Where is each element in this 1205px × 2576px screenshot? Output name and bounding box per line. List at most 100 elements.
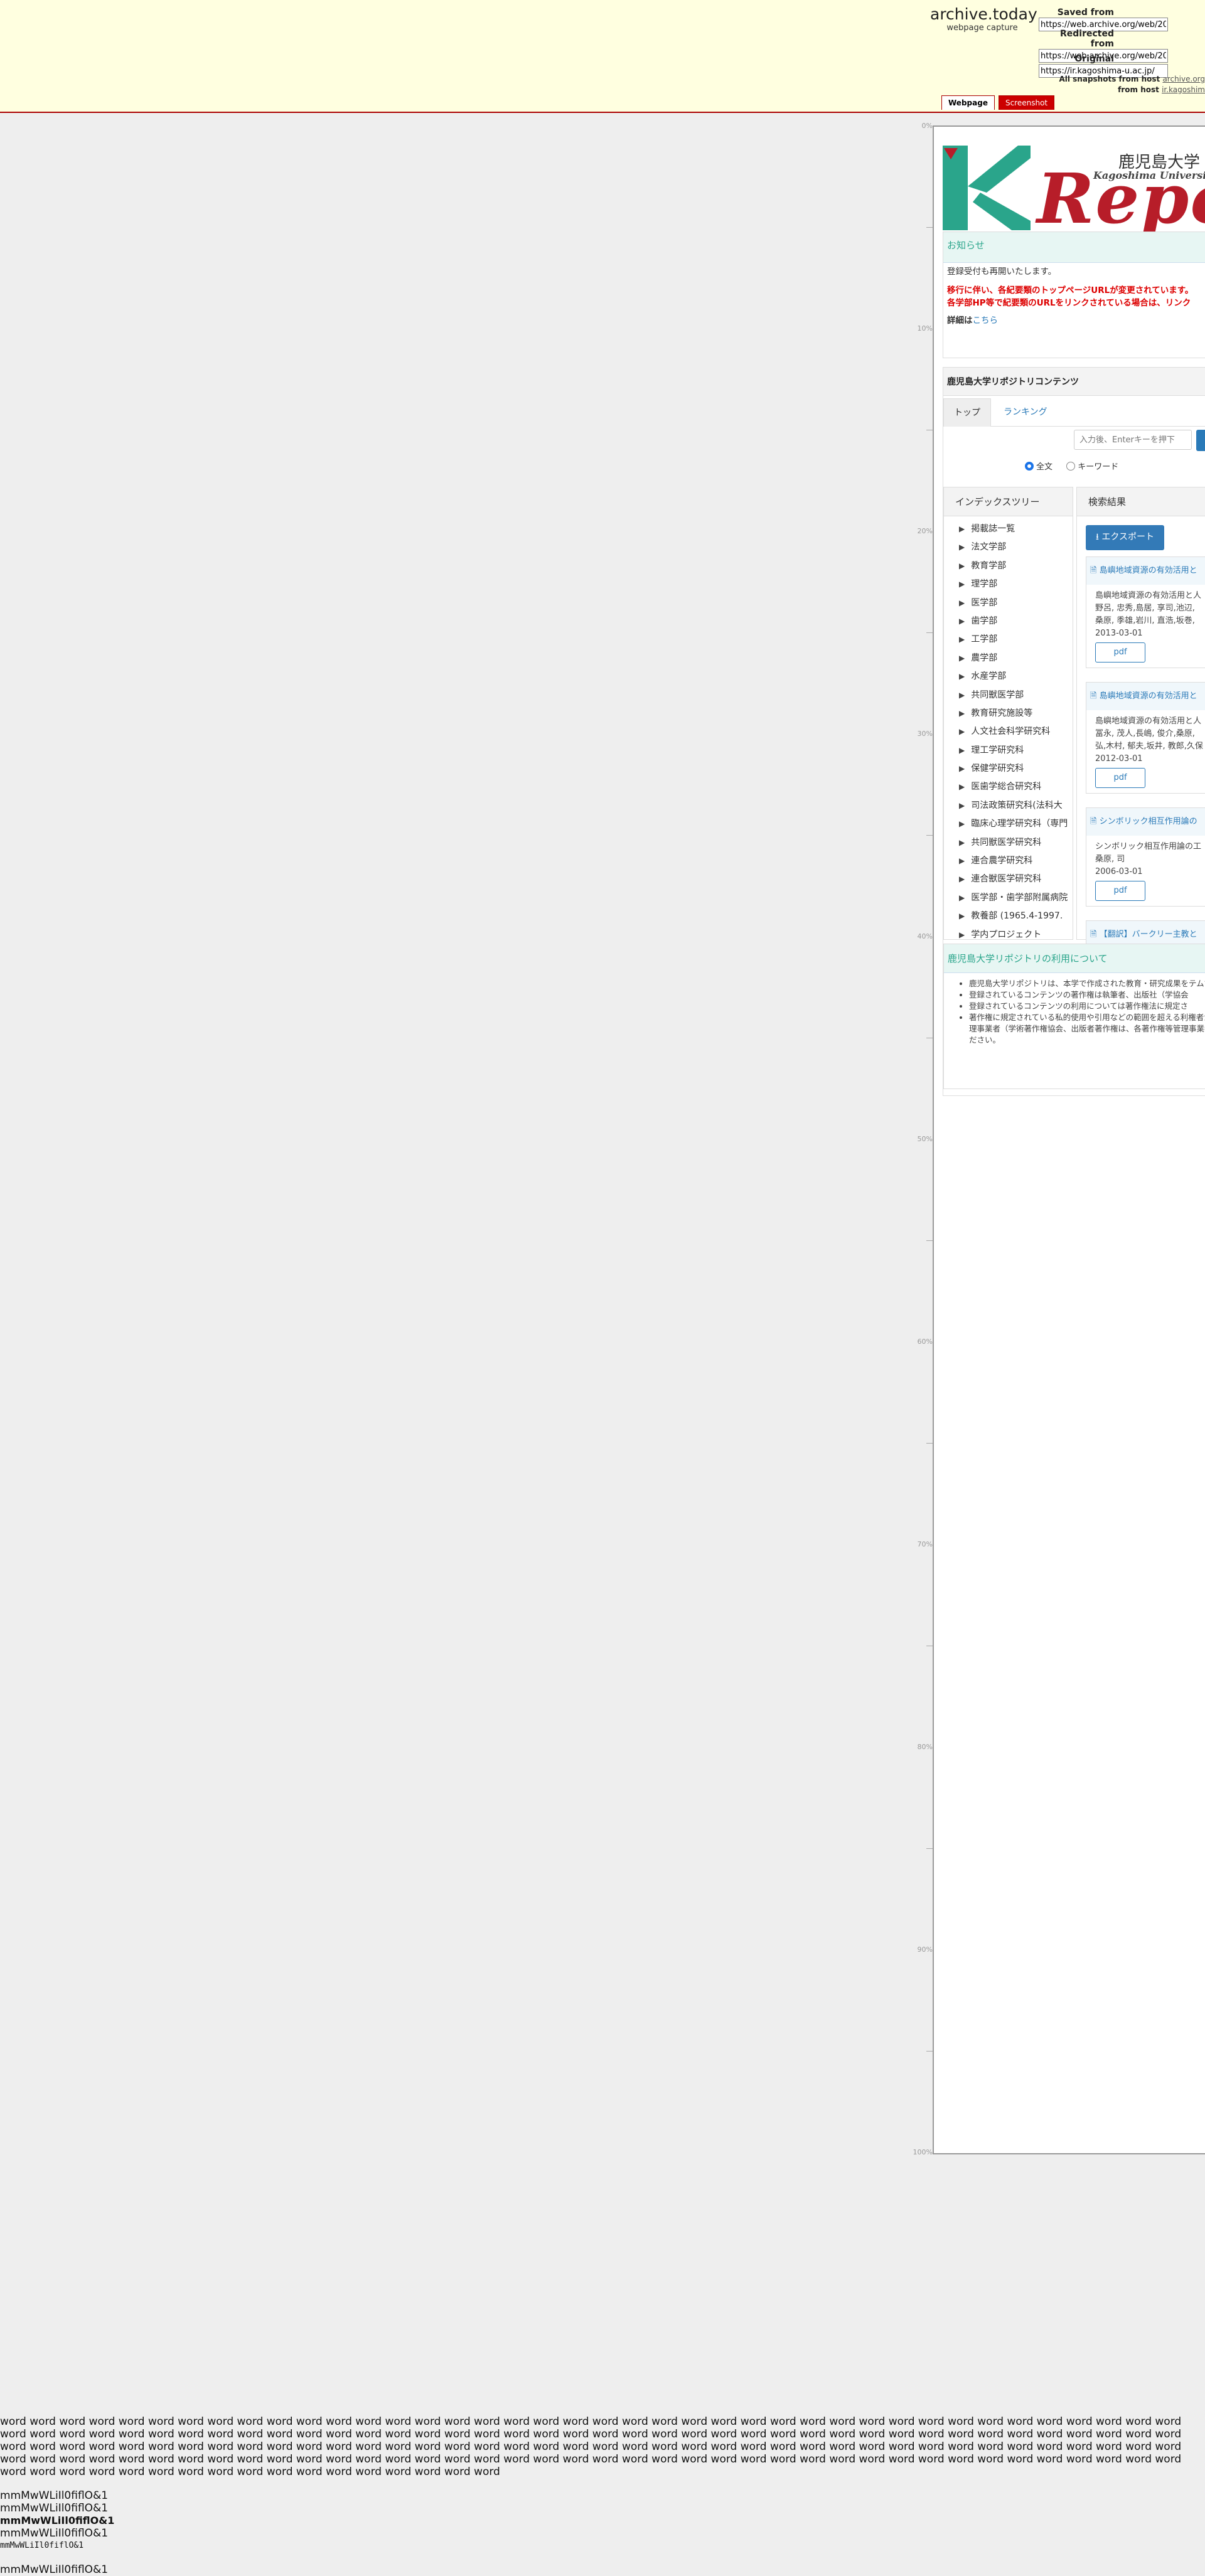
- expand-arrow-icon[interactable]: ▶: [959, 801, 965, 810]
- export-button[interactable]: ⭳ エクスポート: [1086, 525, 1164, 550]
- expand-arrow-icon[interactable]: ▶: [959, 580, 965, 588]
- tree-item[interactable]: ▶ 掲載誌一覧: [959, 520, 1073, 538]
- result-title[interactable]: 🗎 シンボリック相互作用論の: [1086, 808, 1205, 836]
- ruler-tick: [926, 1240, 933, 1241]
- expand-arrow-icon[interactable]: ▶: [959, 893, 965, 902]
- notice-detail-label: 詳細は: [947, 316, 973, 326]
- tab-ranking[interactable]: ランキング: [993, 398, 1058, 426]
- tree-item[interactable]: ▶ 教養部 (1965.4-1997.: [959, 907, 1073, 925]
- expand-arrow-icon[interactable]: ▶: [959, 764, 965, 773]
- tree-item[interactable]: ▶ 司法政策研究科(法科大: [959, 797, 1073, 815]
- result-title[interactable]: 🗎 島嶼地域資源の有効活用と: [1086, 557, 1205, 585]
- search-mode: 全文 キーワード: [1025, 460, 1118, 472]
- notice-title: お知らせ: [943, 232, 1205, 263]
- ruler-label: 20%: [917, 527, 933, 535]
- radio-keyword[interactable]: [1066, 462, 1076, 471]
- tree-item[interactable]: ▶ 教育研究施設等: [959, 705, 1073, 723]
- tree-item[interactable]: ▶ 医学部・歯学部附属病院: [959, 889, 1073, 907]
- university-name-en: Kagoshima University: [1093, 169, 1205, 181]
- radio-fulltext[interactable]: [1025, 462, 1034, 471]
- expand-arrow-icon[interactable]: ▶: [959, 727, 965, 736]
- tree-item[interactable]: ▶ 共同獣医学研究科: [959, 834, 1073, 852]
- tree-item[interactable]: ▶ 連合農学研究科: [959, 852, 1073, 870]
- expand-arrow-icon[interactable]: ▶: [959, 782, 965, 791]
- expand-arrow-icon[interactable]: ▶: [959, 543, 965, 551]
- tree-item[interactable]: ▶ 理学部: [959, 575, 1073, 593]
- expand-arrow-icon[interactable]: ▶: [959, 912, 965, 920]
- tree-item[interactable]: ▶ 歯学部: [959, 612, 1073, 631]
- expand-arrow-icon[interactable]: ▶: [959, 838, 965, 847]
- tree-item[interactable]: ▶ 学内プロジェクト: [959, 926, 1073, 944]
- search-results-title: 検索結果: [1077, 487, 1205, 516]
- search-button[interactable]: [1196, 430, 1205, 451]
- expand-arrow-icon[interactable]: ▶: [959, 709, 965, 718]
- ruler-label: 80%: [917, 1743, 933, 1751]
- snapshots-host-link-1[interactable]: archive.org: [1162, 75, 1205, 83]
- usage-panel: 鹿児島大学リポジトリの利用について 鹿児島大学リポジトリは、本学で作成された教育…: [943, 944, 1205, 1089]
- snapshots-host-link-2[interactable]: ir.kagoshim: [1162, 85, 1205, 94]
- pdf-button[interactable]: pdf: [1095, 768, 1145, 788]
- result-date: 2013-03-01: [1095, 629, 1143, 638]
- expand-arrow-icon[interactable]: ▶: [959, 617, 965, 625]
- radio-fulltext-label: 全文: [1036, 462, 1053, 472]
- from-host-label-1: from host: [1118, 75, 1160, 83]
- pdf-button[interactable]: pdf: [1095, 642, 1145, 663]
- tree-item[interactable]: ▶ 医歯学総合研究科: [959, 778, 1073, 796]
- expand-arrow-icon[interactable]: ▶: [959, 599, 965, 607]
- archive-title[interactable]: archive.today: [930, 5, 1037, 23]
- expand-arrow-icon[interactable]: ▶: [959, 562, 965, 570]
- tree-item[interactable]: ▶ 教育学部: [959, 557, 1073, 575]
- university-logo-icon: [943, 146, 1031, 230]
- result-title-text[interactable]: 島嶼地域資源の有効活用と: [1100, 566, 1197, 575]
- expand-arrow-icon[interactable]: ▶: [959, 691, 965, 700]
- tab-webpage[interactable]: Webpage: [941, 95, 995, 110]
- result-title-text[interactable]: 島嶼地域資源の有効活用と: [1100, 691, 1197, 701]
- ruler-tick: [926, 226, 933, 228]
- expand-arrow-icon[interactable]: ▶: [959, 672, 965, 681]
- expand-arrow-icon[interactable]: ▶: [959, 819, 965, 828]
- tree-item[interactable]: ▶ 工学部: [959, 631, 1073, 649]
- expand-arrow-icon[interactable]: ▶: [959, 654, 965, 663]
- expand-arrow-icon[interactable]: ▶: [959, 930, 965, 939]
- search-input[interactable]: [1074, 430, 1192, 450]
- result-body-line: 島嶼地域資源の有効活用と人: [1095, 716, 1202, 726]
- document-icon: 🗎: [1090, 566, 1100, 575]
- result-title-text[interactable]: 【翻訳】バークリー主教と: [1100, 930, 1197, 939]
- ruler-label: 0%: [921, 122, 933, 130]
- tree-item[interactable]: ▶ 水産学部: [959, 668, 1073, 686]
- tree-item[interactable]: ▶ 理工学研究科: [959, 742, 1073, 760]
- tree-item[interactable]: ▶ 医学部: [959, 594, 1073, 612]
- tab-top[interactable]: トップ: [943, 398, 991, 427]
- result-title[interactable]: 🗎 島嶼地域資源の有効活用と: [1086, 683, 1205, 710]
- expand-arrow-icon[interactable]: ▶: [959, 856, 965, 865]
- tree-item[interactable]: ▶ 共同獣医学部: [959, 686, 1073, 705]
- from-host-label-2: from host: [1118, 85, 1159, 94]
- repository-contents: 鹿児島大学リポジトリコンテンツ トップ ランキング 全文 キーワード インデック…: [943, 367, 1205, 1096]
- site-banner[interactable]: Reposi 鹿児島大学 Kagoshima University: [943, 146, 1205, 239]
- tree-item[interactable]: ▶ 連合獣医学研究科: [959, 870, 1073, 888]
- ruler-tick: [926, 632, 933, 633]
- tree-item-label: 保健学研究科: [971, 764, 1024, 774]
- tree-item-label: 学内プロジェクト: [971, 929, 1042, 940]
- pdf-button[interactable]: pdf: [1095, 881, 1145, 901]
- expand-arrow-icon[interactable]: ▶: [959, 875, 965, 883]
- tree-item[interactable]: ▶ 法文学部: [959, 538, 1073, 556]
- tree-item-label: 農学部: [971, 652, 998, 663]
- tree-item[interactable]: ▶ 人文社会科学研究科: [959, 723, 1073, 741]
- glyph-line-1: mmMwWLiIl0fiflO&1: [0, 2489, 109, 2502]
- tree-item[interactable]: ▶ 臨床心理学研究科（専門: [959, 815, 1073, 833]
- usage-title: 鹿児島大学リポジトリの利用について: [944, 944, 1205, 973]
- archive-logo[interactable]: archive.today webpage capture: [930, 5, 1037, 33]
- result-title-text[interactable]: シンボリック相互作用論の: [1100, 817, 1197, 826]
- tree-item[interactable]: ▶ 農学部: [959, 649, 1073, 668]
- result-body-line: 野呂, 忠秀,島居, 享司,池辺,: [1095, 604, 1195, 613]
- tree-item-label: 臨床心理学研究科（専門: [971, 819, 1068, 829]
- expand-arrow-icon[interactable]: ▶: [959, 635, 965, 644]
- notice-detail-link[interactable]: こちら: [973, 316, 999, 326]
- expand-arrow-icon[interactable]: ▶: [959, 524, 965, 533]
- expand-arrow-icon[interactable]: ▶: [959, 746, 965, 755]
- tree-item-label: 水産学部: [971, 671, 1007, 682]
- tree-item[interactable]: ▶ 保健学研究科: [959, 760, 1073, 778]
- tab-screenshot[interactable]: Screenshot: [998, 95, 1055, 110]
- index-tree-title: インデックスツリー: [944, 487, 1073, 516]
